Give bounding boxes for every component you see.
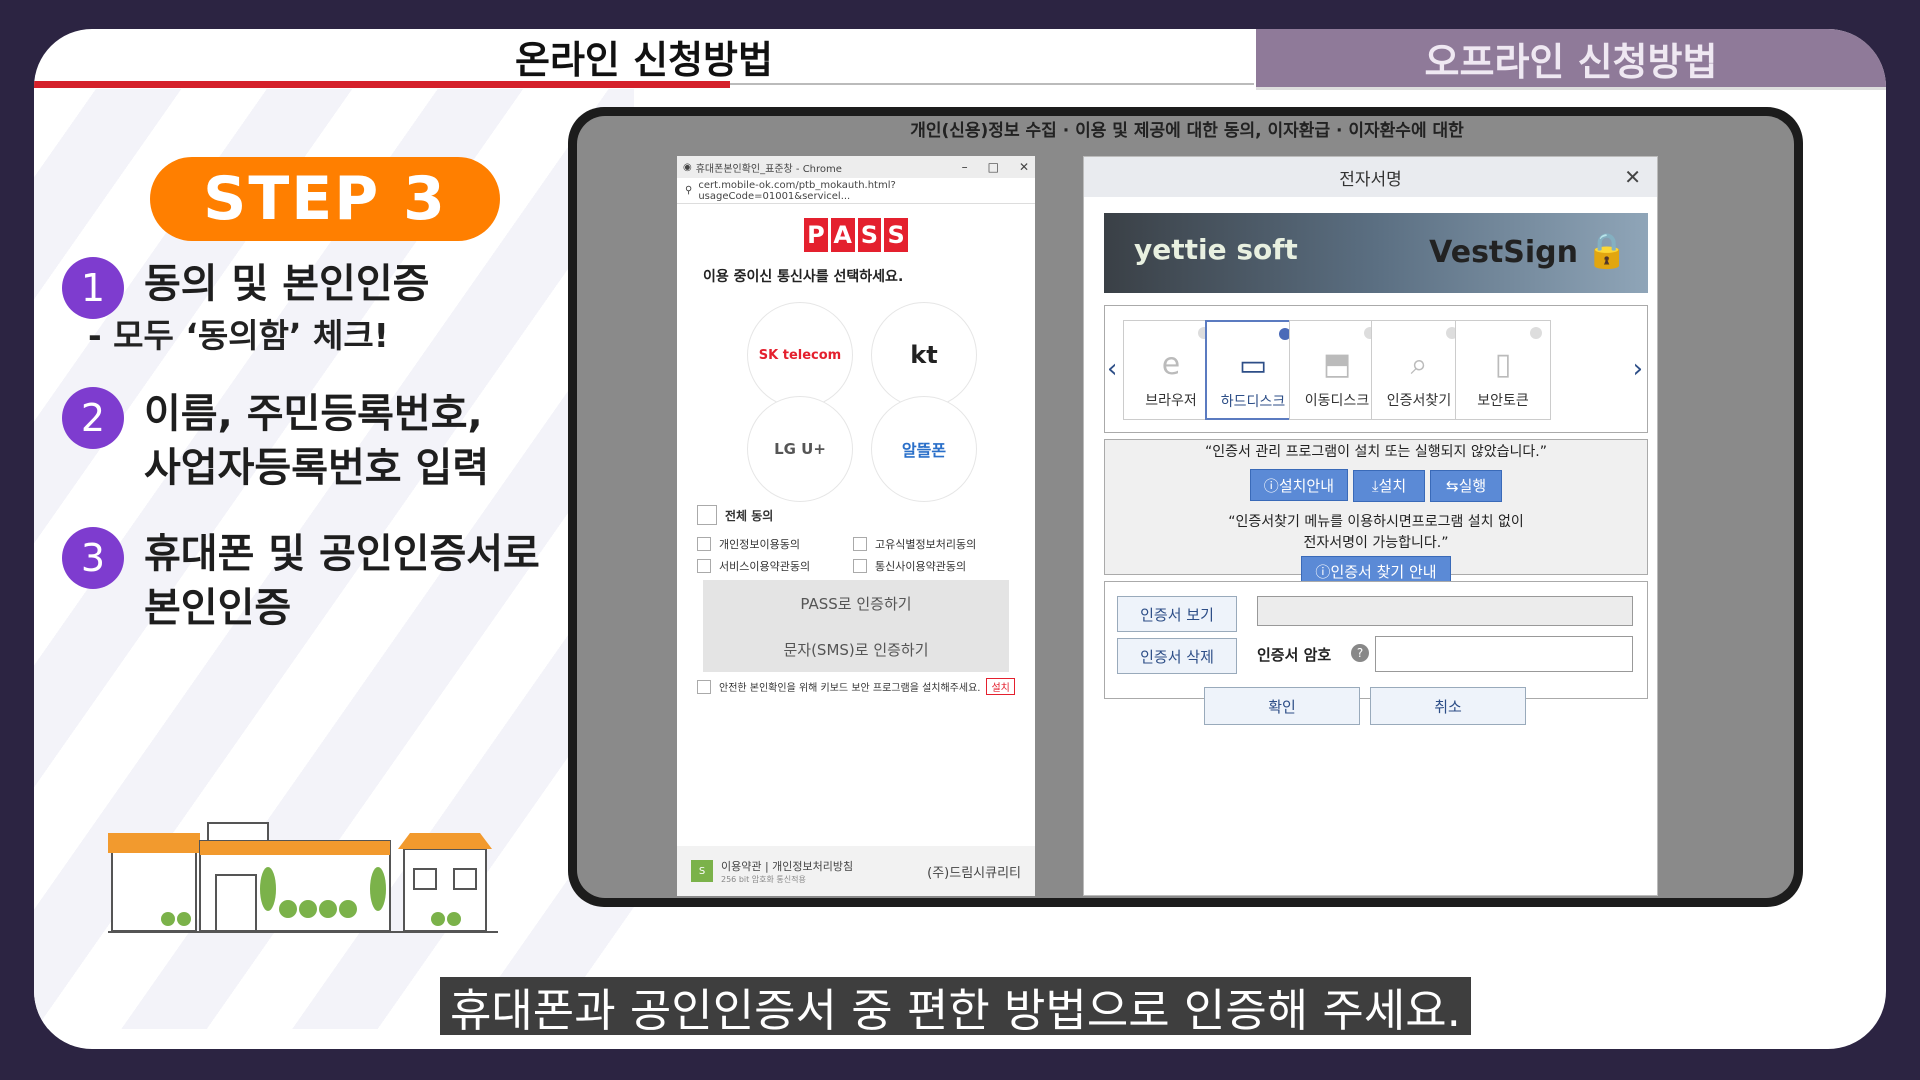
yettiesoft-logo: yettie soft xyxy=(1134,233,1298,266)
lock-icon: 🔒 xyxy=(1585,231,1628,271)
pass-logo-letter: A xyxy=(830,218,855,252)
address-bar[interactable]: ⚲ cert.mobile-ok.com/ptb_mokauth.html?us… xyxy=(677,178,1035,204)
next-arrow-icon[interactable]: › xyxy=(1633,354,1643,384)
step-title-2: 사업자등록번호 입력 xyxy=(144,445,490,491)
agree-service-terms-checkbox[interactable]: 서비스이용약관동의 xyxy=(697,558,810,574)
step-sub: - 모두 ‘동의함’ 체크! xyxy=(88,316,389,355)
maximize-icon[interactable]: □ xyxy=(988,160,999,174)
delete-cert-button[interactable]: 인증서 삭제 xyxy=(1117,638,1237,674)
help-icon[interactable]: ? xyxy=(1351,644,1369,662)
vestsign-banner: yettie soft VestSign 🔒 xyxy=(1104,213,1648,293)
ie-icon: e xyxy=(1161,347,1181,382)
pass-auth-button[interactable]: PASS로 인증하기 xyxy=(703,580,1009,626)
install-button[interactable]: ⤓ 설치 xyxy=(1353,469,1425,502)
step-number: 1 xyxy=(62,257,124,319)
device-hard-disk[interactable]: ▭ 하드디스크 xyxy=(1205,320,1301,420)
confirm-button[interactable]: 확인 xyxy=(1204,687,1360,725)
url-text: cert.mobile-ok.com/ptb_mokauth.html?usag… xyxy=(698,179,896,202)
step-item-2: 2 이름, 주민등록번호, 사업자등록번호 입력 xyxy=(62,387,489,495)
storage-device-selector: ‹ e 브라우저 ▭ 하드디스크 ⬒ 이동디스크 ⌕ 인증서찾기 ▯ 보안토큰 › xyxy=(1104,305,1648,433)
step-badge: STEP 3 xyxy=(150,157,500,241)
carrier-sk-telecom[interactable]: SK telecom xyxy=(747,302,853,408)
dream-security-logo-icon: S xyxy=(691,860,713,882)
step-item-1: 1 동의 및 본인인증 - 모두 ‘동의함’ 체크! xyxy=(62,257,429,361)
search-cert-icon: ⌕ xyxy=(1410,347,1428,382)
company-name: (주)드림시큐리티 xyxy=(927,865,1021,881)
pass-logo-letter: S xyxy=(884,218,908,252)
agree-carrier-terms-checkbox[interactable]: 통신사이용약관동의 xyxy=(853,558,966,574)
find-cert-msg-2: 전자서명이 가능합니다.” xyxy=(1303,534,1449,551)
step-title-2: 본인인증 xyxy=(144,585,292,631)
site-info-icon[interactable]: ⚲ xyxy=(685,185,692,196)
pass-footer: S 이용약관 | 개인정보처리방침 256 bit 암호화 통신적용 (주)드림… xyxy=(677,846,1035,896)
install-link[interactable]: 설치 xyxy=(986,678,1015,695)
pass-logo-letter: S xyxy=(857,218,882,252)
tab-online[interactable]: 온라인 신청방법 xyxy=(34,29,1254,83)
usb-icon: ⬒ xyxy=(1322,347,1352,382)
tab-offline[interactable]: 오프라인 신청방법 xyxy=(1256,29,1886,87)
step-number: 2 xyxy=(62,387,124,449)
device-security-token[interactable]: ▯ 보안토큰 xyxy=(1455,320,1551,420)
carrier-mvno[interactable]: 알뜰폰 xyxy=(871,396,977,502)
pass-logo: P A S S xyxy=(804,218,908,252)
agree-privacy-checkbox[interactable]: 개인정보이용동의 xyxy=(697,536,800,552)
close-icon[interactable]: ✕ xyxy=(1624,165,1641,189)
cancel-button[interactable]: 취소 xyxy=(1370,687,1526,725)
step-item-3: 3 휴대폰 및 공인인증서로 본인인증 xyxy=(62,527,540,635)
sms-auth-button[interactable]: 문자(SMS)로 인증하기 xyxy=(703,626,1009,672)
step-title: 동의 및 본인인증 xyxy=(144,261,430,307)
step-title: 휴대폰 및 공인인증서로 xyxy=(144,531,540,577)
cert-display-field xyxy=(1257,596,1633,626)
certificate-panel: 인증서 보기 인증서 삭제 인증서 암호 ? xyxy=(1104,581,1648,699)
pass-logo-letter: P xyxy=(804,218,828,252)
video-subtitle: 휴대폰과 공인인증서 중 편한 방법으로 인증해 주세요. xyxy=(440,977,1471,1037)
step-number: 3 xyxy=(62,527,124,589)
chrome-titlebar: ◉ 휴대폰본인확인_표준창 - Chrome – □ ✕ xyxy=(677,156,1035,178)
step-title: 이름, 주민등록번호, xyxy=(144,391,483,437)
digital-signature-dialog: 전자서명 ✕ yettie soft VestSign 🔒 ‹ e 브라우저 ▭ 하… xyxy=(1083,156,1658,896)
agree-all-checkbox[interactable]: 전체 동의 xyxy=(697,505,773,525)
cert-password-label: 인증서 암호 xyxy=(1257,646,1332,664)
keyboard-security-checkbox[interactable]: 안전한 본인확인을 위해 키보드 보안 프로그램을 설치해주세요. 설치 xyxy=(697,678,1015,695)
run-button[interactable]: ⇆ 실행 xyxy=(1430,469,1503,502)
token-icon: ▯ xyxy=(1494,347,1512,382)
dialog-titlebar: 전자서명 ✕ xyxy=(1084,157,1657,197)
footer-encryption-note: 256 bit 암호화 통신적용 xyxy=(721,874,806,884)
minimize-icon[interactable]: – xyxy=(962,160,968,174)
view-cert-button[interactable]: 인증서 보기 xyxy=(1117,596,1237,632)
agree-unique-id-checkbox[interactable]: 고유식별정보처리동의 xyxy=(853,536,976,552)
close-icon[interactable]: ✕ xyxy=(1019,160,1029,174)
tab-offline-underline xyxy=(1256,87,1886,90)
find-cert-msg-1: “인증서찾기 메뉴를 이용하시면프로그램 설치 없이 xyxy=(1228,513,1524,530)
dialog-title: 전자서명 xyxy=(1339,169,1402,190)
footer-links[interactable]: 이용약관 | 개인정보처리방침 xyxy=(721,858,853,874)
carrier-lg-uplus[interactable]: LG U+ xyxy=(747,396,853,502)
pass-popup-window: ◉ 휴대폰본인확인_표준창 - Chrome – □ ✕ ⚲ cert.mobi… xyxy=(677,156,1035,896)
tablet-frame: 개인(신용)정보 수집 · 이용 및 제공에 대한 동의, 이자환급 · 이자환… xyxy=(568,107,1803,907)
carrier-select-label: 이용 중이신 통신사를 선택하세요. xyxy=(703,269,904,285)
carrier-kt[interactable]: kt xyxy=(871,302,977,408)
cert-password-input[interactable] xyxy=(1375,636,1633,672)
monitor-icon: ▭ xyxy=(1238,348,1268,383)
tab-active-indicator xyxy=(34,81,730,88)
vestsign-logo: VestSign xyxy=(1429,235,1578,270)
device-find-cert[interactable]: ⌕ 인증서찾기 xyxy=(1371,320,1467,420)
install-guide-button[interactable]: ⓘ 설치안내 xyxy=(1249,469,1348,501)
background-page-heading: 개인(신용)정보 수집 · 이용 및 제공에 대한 동의, 이자환급 · 이자환… xyxy=(910,121,1464,141)
prev-arrow-icon[interactable]: ‹ xyxy=(1107,354,1117,384)
window-title: 휴대폰본인확인_표준창 - Chrome xyxy=(695,163,842,175)
program-not-installed-msg: “인증서 관리 프로그램이 설치 또는 실행되지 않았습니다.” xyxy=(1205,444,1547,460)
chrome-icon: ◉ xyxy=(683,161,692,173)
tablet-screen: 개인(신용)정보 수집 · 이용 및 제공에 대한 동의, 이자환급 · 이자환… xyxy=(577,116,1794,898)
town-illustration xyxy=(108,822,498,933)
program-status-panel: “인증서 관리 프로그램이 설치 또는 실행되지 않았습니다.” ⓘ 설치안내 ⤓… xyxy=(1104,439,1648,588)
